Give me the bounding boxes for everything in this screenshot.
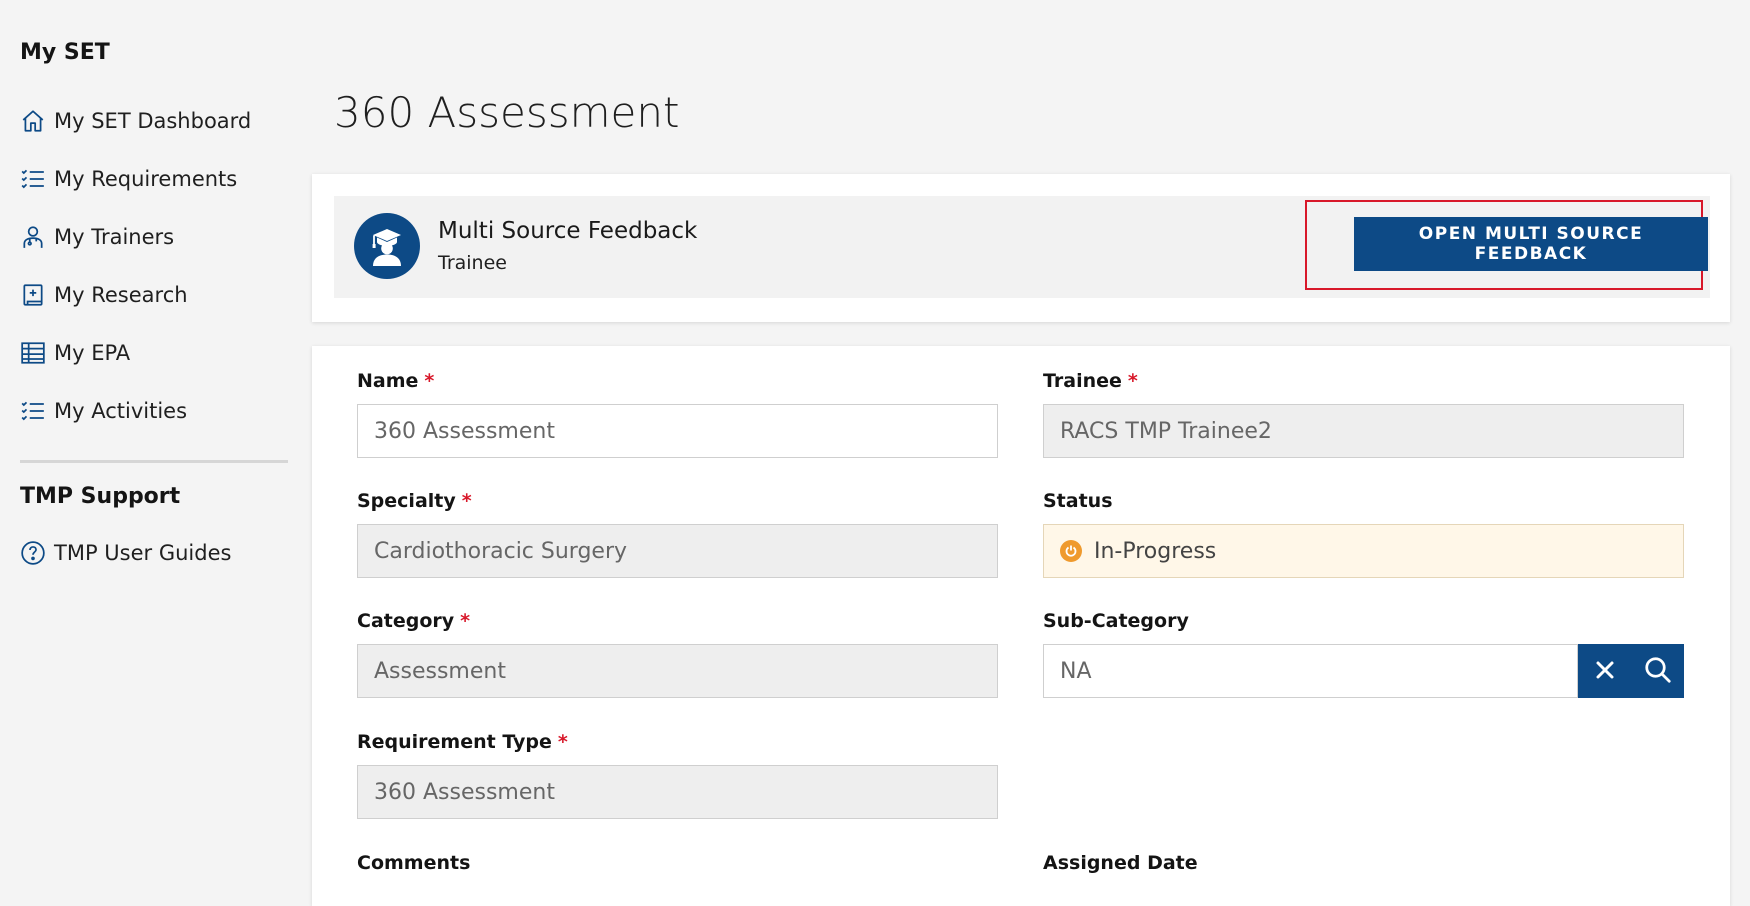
trainee-label: Trainee *: [1043, 370, 1138, 392]
feedback-card: Multi Source Feedback Trainee OPEN MULTI…: [312, 174, 1730, 322]
graduate-icon: [354, 213, 420, 279]
table-icon: [20, 340, 46, 366]
sidebar-item-label: My EPA: [54, 341, 131, 365]
sidebar-item-user-guides[interactable]: TMP User Guides: [20, 524, 290, 582]
book-plus-icon: [20, 282, 46, 308]
requirement-type-label-text: Requirement Type: [357, 731, 552, 753]
close-icon: [1593, 658, 1617, 685]
search-icon: [1643, 655, 1673, 688]
category-label: Category *: [357, 610, 470, 632]
category-field: Assessment: [357, 644, 998, 698]
assigned-date-label-text: Assigned Date: [1043, 852, 1198, 874]
clear-subcategory-button[interactable]: [1578, 644, 1631, 698]
sidebar-item-label: TMP User Guides: [54, 541, 232, 565]
subcategory-label-text: Sub-Category: [1043, 610, 1189, 632]
required-mark: *: [460, 610, 471, 632]
required-mark: *: [1127, 370, 1138, 392]
required-mark: *: [424, 370, 435, 392]
in-progress-icon: [1060, 540, 1082, 562]
sidebar-item-label: My Activities: [54, 399, 188, 423]
feedback-bar: Multi Source Feedback Trainee OPEN MULTI…: [334, 196, 1710, 298]
sidebar-item-label: My Requirements: [54, 167, 238, 191]
sidebar-item-requirements[interactable]: My Requirements: [20, 150, 290, 208]
category-label-text: Category: [357, 610, 455, 632]
name-field[interactable]: 360 Assessment: [357, 404, 998, 458]
sidebar-item-epa[interactable]: My EPA: [20, 324, 290, 382]
sidebar-item-activities[interactable]: My Activities: [20, 382, 290, 440]
sidebar-divider: [20, 460, 288, 463]
name-label-text: Name: [357, 370, 419, 392]
sidebar-nav: My SET Dashboard My Requirements My Trai…: [20, 92, 290, 440]
specialty-label-text: Specialty: [357, 490, 456, 512]
status-label: Status: [1043, 490, 1113, 512]
page-title: 360 Assessment: [334, 88, 680, 137]
required-mark: *: [461, 490, 472, 512]
status-value: In-Progress: [1094, 538, 1217, 564]
help-circle-icon: [20, 540, 46, 566]
sidebar-item-label: My SET Dashboard: [54, 109, 252, 133]
trainee-label-text: Trainee: [1043, 370, 1122, 392]
specialty-field: Cardiothoracic Surgery: [357, 524, 998, 578]
feedback-title: Multi Source Feedback: [438, 218, 698, 244]
requirement-type-label: Requirement Type *: [357, 731, 568, 753]
requirement-type-field: 360 Assessment: [357, 765, 998, 819]
comments-label: Comments: [357, 852, 470, 874]
person-icon: [20, 224, 46, 250]
requirement-form: Name * 360 Assessment Trainee * RACS TMP T…: [312, 346, 1730, 906]
feedback-role: Trainee: [438, 252, 507, 274]
subcategory-label: Sub-Category: [1043, 610, 1189, 632]
status-label-text: Status: [1043, 490, 1113, 512]
sidebar-item-label: My Research: [54, 283, 188, 307]
checklist-icon: [20, 398, 46, 424]
sidebar-section-title: TMP Support: [20, 484, 181, 509]
sidebar-item-dashboard[interactable]: My SET Dashboard: [20, 92, 290, 150]
name-label: Name *: [357, 370, 434, 392]
required-mark: *: [557, 731, 568, 753]
sidebar-item-research[interactable]: My Research: [20, 266, 290, 324]
search-subcategory-button[interactable]: [1631, 644, 1684, 698]
subcategory-field[interactable]: NA: [1043, 644, 1578, 698]
sidebar-item-trainers[interactable]: My Trainers: [20, 208, 290, 266]
specialty-label: Specialty *: [357, 490, 472, 512]
checklist-icon: [20, 166, 46, 192]
comments-label-text: Comments: [357, 852, 471, 874]
sidebar-support-nav: TMP User Guides: [20, 524, 290, 582]
status-field: In-Progress: [1043, 524, 1684, 578]
assigned-date-label: Assigned Date: [1043, 852, 1198, 874]
home-icon: [20, 108, 46, 134]
open-multi-source-feedback-button[interactable]: OPEN MULTI SOURCE FEEDBACK: [1354, 217, 1708, 271]
sidebar-item-label: My Trainers: [54, 225, 175, 249]
sidebar-section-title: My SET: [20, 40, 110, 65]
trainee-field: RACS TMP Trainee2: [1043, 404, 1684, 458]
